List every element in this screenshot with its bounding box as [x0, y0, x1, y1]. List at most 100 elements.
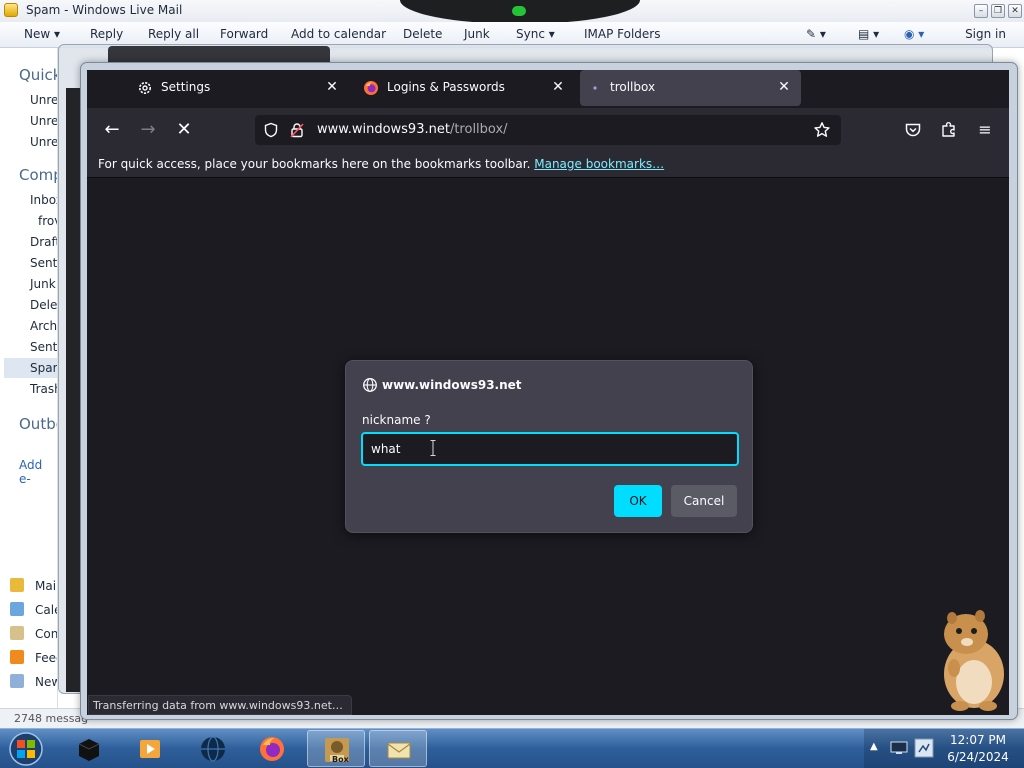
folder-item-subfolder[interactable]: frov: [38, 214, 57, 228]
taskbar-app-terminal[interactable]: [60, 730, 118, 767]
delete-button[interactable]: Delete: [403, 27, 442, 41]
gear-icon: [139, 82, 151, 94]
clock-time[interactable]: 12:07 PM: [946, 733, 1010, 747]
wlm-caption-buttons: – ❐ ✕: [971, 2, 1022, 18]
show-hidden-icons-icon[interactable]: ▲: [870, 741, 878, 752]
ok-button[interactable]: OK: [614, 485, 662, 517]
nickname-input[interactable]: [361, 432, 739, 466]
loading-dot-icon: [593, 86, 597, 90]
reply-button[interactable]: Reply: [90, 27, 123, 41]
module-mail[interactable]: Mail: [8, 576, 57, 596]
minimize-icon[interactable]: –: [974, 4, 988, 18]
help-icon[interactable]: ◉ ▾: [904, 27, 924, 41]
folder-item-archive[interactable]: Archi: [30, 319, 57, 333]
stop-loading-icon[interactable]: ✕: [170, 116, 198, 144]
rss-icon: [10, 650, 24, 664]
network-icon[interactable]: [890, 740, 908, 756]
dialog-message: nickname ?: [362, 413, 431, 427]
tab-logins-passwords[interactable]: Logins & Passwords ✕: [353, 70, 575, 106]
folder-item-deleted[interactable]: Delet: [30, 298, 57, 312]
taskbar-app-media-player[interactable]: [121, 730, 179, 767]
reply-all-button[interactable]: Reply all: [148, 27, 199, 41]
newsgroups-icon: [10, 674, 24, 688]
close-icon[interactable]: ✕: [1008, 4, 1022, 18]
action-center-icon[interactable]: [914, 738, 934, 758]
wlm-folder-pane: Quick Unre Unre Unre Comp Inbox frov Dra…: [0, 48, 58, 708]
manage-bookmarks-link[interactable]: Manage bookmarks…: [534, 157, 664, 171]
settings-menu-icon[interactable]: ▤ ▾: [858, 27, 879, 41]
windows-taskbar: Box ▲: [0, 728, 1024, 768]
windows-live-mail-icon: [4, 3, 18, 17]
taskbar-app-firefox[interactable]: [243, 730, 301, 767]
tab-trollbox[interactable]: trollbox ✕: [580, 70, 801, 106]
account-header[interactable]: Comp: [19, 166, 57, 184]
forward-button[interactable]: Forward: [220, 27, 268, 41]
firefox-icon: [364, 81, 378, 95]
new-button[interactable]: New ▾: [24, 27, 60, 41]
module-feeds[interactable]: Feed: [8, 648, 57, 668]
firefox-icon: [260, 737, 284, 761]
message-count: 2748 messag: [14, 712, 89, 725]
window-edge-strip: [66, 88, 80, 692]
forward-arrow-icon[interactable]: →: [134, 116, 162, 144]
tab-settings[interactable]: Settings ✕: [127, 70, 349, 106]
cancel-button[interactable]: Cancel: [671, 485, 737, 517]
start-button-icon[interactable]: [6, 731, 46, 767]
insecure-lock-icon[interactable]: [289, 122, 305, 138]
contacts-icon: [10, 626, 24, 640]
globe-icon: [363, 378, 377, 392]
extensions-puzzle-icon[interactable]: [940, 120, 958, 138]
green-indicator-icon: [512, 6, 526, 16]
taskbar-app-globe[interactable]: [184, 730, 242, 767]
mail-envelope-icon: [387, 742, 411, 759]
module-contacts[interactable]: Con: [8, 624, 57, 644]
tab-label: trollbox: [610, 80, 656, 94]
close-tab-icon[interactable]: ✕: [549, 78, 567, 96]
restore-icon[interactable]: ❐: [991, 4, 1005, 18]
hamster-mascot-image: [944, 610, 1004, 711]
folder-item-inbox[interactable]: Inbox: [30, 193, 57, 207]
tracking-shield-icon[interactable]: [263, 122, 279, 138]
module-newsgroups[interactable]: New: [8, 672, 57, 692]
media-player-icon: [140, 740, 160, 758]
pencil-icon[interactable]: ✎ ▾: [806, 27, 826, 41]
tab-label: Logins & Passwords: [387, 80, 505, 94]
clock-date[interactable]: 6/24/2024: [946, 750, 1010, 764]
bookmarks-hint-text: For quick access, place your bookmarks h…: [98, 157, 531, 171]
folder-item-trash[interactable]: Trash: [30, 382, 57, 396]
imap-folders-button[interactable]: IMAP Folders: [584, 27, 661, 41]
folder-item[interactable]: Unre: [30, 93, 57, 107]
module-calendar[interactable]: Cale: [8, 600, 57, 620]
folder-item[interactable]: Unre: [30, 114, 57, 128]
firefox-nav-bar: ← → ✕ www.windows93.net/trollbox/ ≡: [87, 108, 1009, 152]
pocket-icon[interactable]: [904, 121, 922, 139]
firefox-tab-strip: Settings ✕ Logins & Passwords ✕ trollbox…: [87, 70, 1009, 108]
bookmark-star-icon[interactable]: [813, 121, 831, 139]
taskbar-app-box[interactable]: Box: [307, 730, 365, 767]
dark-globe-icon: [201, 736, 225, 762]
hamburger-menu-icon[interactable]: ≡: [971, 116, 999, 144]
folder-item-sent-2[interactable]: Sent: [30, 340, 57, 354]
folder-item[interactable]: Unre: [30, 135, 57, 149]
junk-button[interactable]: Junk: [464, 27, 490, 41]
taskbar-app-windows-live-mail[interactable]: [369, 730, 427, 767]
bookmarks-toolbar-hint: For quick access, place your bookmarks h…: [98, 157, 664, 171]
url-bar[interactable]: www.windows93.net/trollbox/: [255, 115, 841, 145]
add-email-account-link[interactable]: Add e-: [19, 458, 57, 486]
sync-button[interactable]: Sync ▾: [516, 27, 555, 41]
close-tab-icon[interactable]: ✕: [323, 78, 341, 96]
loading-status-text: Transferring data from www.windows93.net…: [93, 699, 343, 712]
url-host: www.windows93.net: [317, 122, 450, 137]
back-arrow-icon[interactable]: ←: [98, 116, 126, 144]
folder-item-drafts[interactable]: Draft: [30, 235, 57, 249]
folder-item-sent[interactable]: Sent: [30, 256, 57, 270]
url-text[interactable]: www.windows93.net/trollbox/: [317, 122, 508, 137]
box-label: Box: [332, 755, 349, 764]
outbox-header[interactable]: Outbo: [19, 415, 57, 433]
folder-item-spam[interactable]: Spam: [30, 361, 57, 375]
close-tab-icon[interactable]: ✕: [775, 78, 793, 96]
add-to-calendar-button[interactable]: Add to calendar: [291, 27, 386, 41]
quick-views-header[interactable]: Quick: [19, 66, 57, 84]
sign-in-link[interactable]: Sign in: [965, 27, 1006, 41]
folder-item-junk[interactable]: Junk: [30, 277, 56, 291]
